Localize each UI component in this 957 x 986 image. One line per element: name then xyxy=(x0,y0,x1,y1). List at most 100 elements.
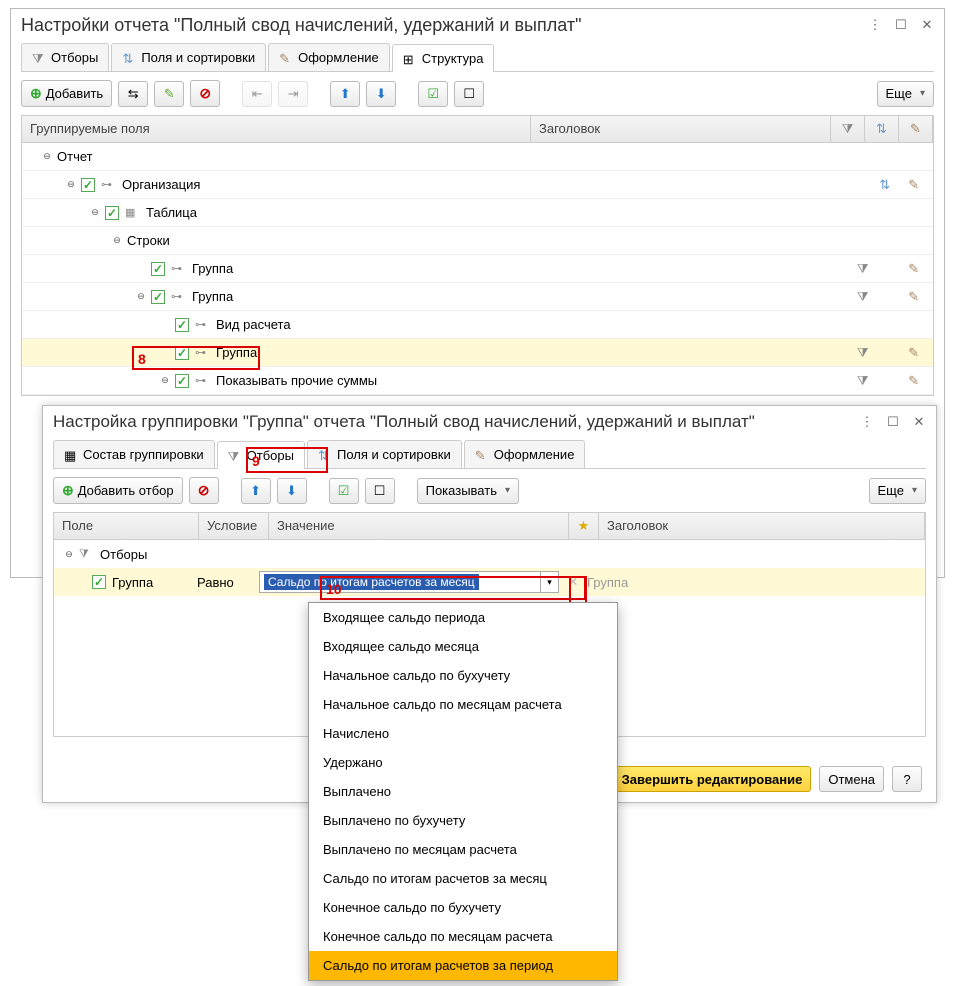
filter-title: Группа xyxy=(587,575,628,590)
col-group-fields[interactable]: Группируемые поля xyxy=(22,116,531,142)
expander-icon[interactable]: ⊖ xyxy=(134,290,148,304)
col-title2[interactable]: Заголовок xyxy=(599,513,925,539)
checkbox-icon[interactable] xyxy=(175,374,189,388)
move-right-button: ⇥ xyxy=(278,81,308,107)
annotation-8-label: 8 xyxy=(138,351,146,367)
dropdown-item[interactable]: Выплачено xyxy=(309,777,617,806)
modal-title: Настройка группировки "Группа" отчета "П… xyxy=(53,412,860,432)
tab-modal-design[interactable]: ✎Оформление xyxy=(464,440,586,468)
expander-icon[interactable]: ⊖ xyxy=(88,206,102,220)
checkbox-icon[interactable] xyxy=(151,290,165,304)
tree-row-othersums[interactable]: ⊖ ⊶ Показывать прочие суммы ⧩ ✎ xyxy=(22,367,933,395)
col-sort-icon[interactable]: ⇅ xyxy=(865,116,899,142)
checkbox-icon[interactable] xyxy=(175,318,189,332)
checkbox-icon[interactable] xyxy=(151,262,165,276)
tree-row-group2[interactable]: ⊖ ⊶ Группа ⧩ ✎ xyxy=(22,283,933,311)
table-icon: ▦ xyxy=(125,206,141,219)
expander-icon[interactable]: ⊖ xyxy=(64,178,78,192)
dropdown-item-selected[interactable]: Сальдо по итогам расчетов за период xyxy=(309,951,617,980)
move-down-filter-button[interactable]: ⬇ xyxy=(277,478,307,504)
tree-row-table[interactable]: ⊖ ▦ Таблица xyxy=(22,199,933,227)
dropdown-item[interactable]: Входящее сальдо месяца xyxy=(309,632,617,661)
col-field[interactable]: Поле xyxy=(54,513,199,539)
annotation-10-label: 10 xyxy=(326,581,342,597)
tab-design[interactable]: ✎Оформление xyxy=(268,43,390,71)
expander-icon[interactable]: ⊖ xyxy=(40,150,54,164)
modal-toolbar: ⊕Добавить отбор ⊘ ⬆ ⬇ ☑ ☐ Показывать Еще xyxy=(43,469,936,512)
col-format-icon[interactable]: ✎ xyxy=(899,116,933,142)
modal-titlebar: Настройка группировки "Группа" отчета "П… xyxy=(43,406,936,438)
col-value[interactable]: Значение xyxy=(269,513,569,539)
check-all-filter-button[interactable]: ☑ xyxy=(329,478,359,504)
add-filter-button[interactable]: ⊕Добавить отбор xyxy=(53,477,183,504)
expander-icon[interactable]: ⊖ xyxy=(62,547,76,561)
group-button[interactable]: ⇆ xyxy=(118,81,148,107)
main-grid-header: Группируемые поля Заголовок ⧩ ⇅ ✎ xyxy=(21,115,934,143)
maximize-icon[interactable]: ☐ xyxy=(886,415,900,429)
col-star-icon[interactable]: ★ xyxy=(569,513,599,539)
dropdown-item[interactable]: Входящее сальдо периода xyxy=(309,603,617,632)
tree-row-org[interactable]: ⊖ ⊶ Организация ⇅✎ xyxy=(22,171,933,199)
filter-root-row[interactable]: ⊖ ⧩ Отборы xyxy=(54,540,925,568)
help-button[interactable]: ? xyxy=(892,766,922,792)
tab-structure[interactable]: ⊞Структура xyxy=(392,44,495,72)
show-button[interactable]: Показывать xyxy=(417,478,519,504)
main-tabbar: ⧩Отборы ⇅Поля и сортировки ✎Оформление ⊞… xyxy=(21,43,934,72)
move-up-filter-button[interactable]: ⬆ xyxy=(241,478,271,504)
cancel-button[interactable]: Отмена xyxy=(819,766,884,792)
delete-button[interactable]: ⊘ xyxy=(190,80,220,107)
link-icon: ⊶ xyxy=(195,374,211,387)
finish-button[interactable]: Завершить редактирование xyxy=(613,766,812,792)
menu-dots-icon[interactable]: ⋮ xyxy=(860,415,874,429)
move-left-button: ⇤ xyxy=(242,81,272,107)
checkbox-icon[interactable] xyxy=(105,206,119,220)
checkbox-icon[interactable] xyxy=(92,575,106,589)
tree-row-rows[interactable]: ⊖ Строки xyxy=(22,227,933,255)
tab-composition[interactable]: ▦Состав группировки xyxy=(53,440,215,468)
dropdown-item[interactable]: Конечное сальдо по месяцам расчета xyxy=(309,922,617,951)
dropdown-item[interactable]: Сальдо по итогам расчетов за месяц xyxy=(309,864,617,893)
tree-row-calctype[interactable]: ⊖ ⊶ Вид расчета xyxy=(22,311,933,339)
expander-icon[interactable]: ⊖ xyxy=(110,234,124,248)
col-title[interactable]: Заголовок xyxy=(531,116,831,142)
value-dropdown: Входящее сальдо периода Входящее сальдо … xyxy=(308,602,618,981)
dropdown-item[interactable]: Выплачено по бухучету xyxy=(309,806,617,835)
uncheck-all-button[interactable]: ☐ xyxy=(454,81,484,107)
tree-row-report[interactable]: ⊖ Отчет xyxy=(22,143,933,171)
maximize-icon[interactable]: ☐ xyxy=(894,18,908,32)
move-up-button[interactable]: ⬆ xyxy=(330,81,360,107)
expander-icon[interactable]: ⊖ xyxy=(158,374,172,388)
tab-fields[interactable]: ⇅Поля и сортировки xyxy=(111,43,266,71)
col-filter-icon[interactable]: ⧩ xyxy=(831,116,865,142)
menu-dots-icon[interactable]: ⋮ xyxy=(868,18,882,32)
add-button[interactable]: ⊕Добавить xyxy=(21,80,112,107)
link-icon: ⊶ xyxy=(171,290,187,303)
checkbox-icon[interactable] xyxy=(81,178,95,192)
close-icon[interactable]: ✕ xyxy=(920,18,934,32)
col-condition[interactable]: Условие xyxy=(199,513,269,539)
main-titlebar: Настройки отчета "Полный свод начислений… xyxy=(11,9,944,41)
link-icon: ⊶ xyxy=(195,318,211,331)
dropdown-item[interactable]: Удержано xyxy=(309,748,617,777)
main-toolbar: ⊕Добавить ⇆ ✎ ⊘ ⇤ ⇥ ⬆ ⬇ ☑ ☐ Еще xyxy=(11,72,944,115)
check-all-button[interactable]: ☑ xyxy=(418,81,448,107)
link-icon: ⊶ xyxy=(171,262,187,275)
dropdown-item[interactable]: Начальное сальдо по бухучету xyxy=(309,661,617,690)
tree-row-group1[interactable]: ⊖ ⊶ Группа ⧩ ✎ xyxy=(22,255,933,283)
more-button[interactable]: Еще xyxy=(877,81,934,107)
delete-filter-button[interactable]: ⊘ xyxy=(189,477,219,504)
uncheck-all-filter-button[interactable]: ☐ xyxy=(365,478,395,504)
tab-filters[interactable]: ⧩Отборы xyxy=(21,43,109,71)
dropdown-item[interactable]: Начальное сальдо по месяцам расчета xyxy=(309,690,617,719)
tab-modal-fields[interactable]: ⇅Поля и сортировки xyxy=(307,440,462,468)
edit-button[interactable]: ✎ xyxy=(154,81,184,107)
dropdown-item[interactable]: Выплачено по месяцам расчета xyxy=(309,835,617,864)
funnel-icon: ⧩ xyxy=(79,548,95,561)
move-down-button[interactable]: ⬇ xyxy=(366,81,396,107)
dropdown-item[interactable]: Конечное сальдо по бухучету xyxy=(309,893,617,922)
close-icon[interactable]: ✕ xyxy=(912,415,926,429)
filter-condition: Равно xyxy=(197,575,259,590)
dropdown-item[interactable]: Начислено xyxy=(309,719,617,748)
link-icon: ⊶ xyxy=(101,178,117,191)
modal-more-button[interactable]: Еще xyxy=(869,478,926,504)
